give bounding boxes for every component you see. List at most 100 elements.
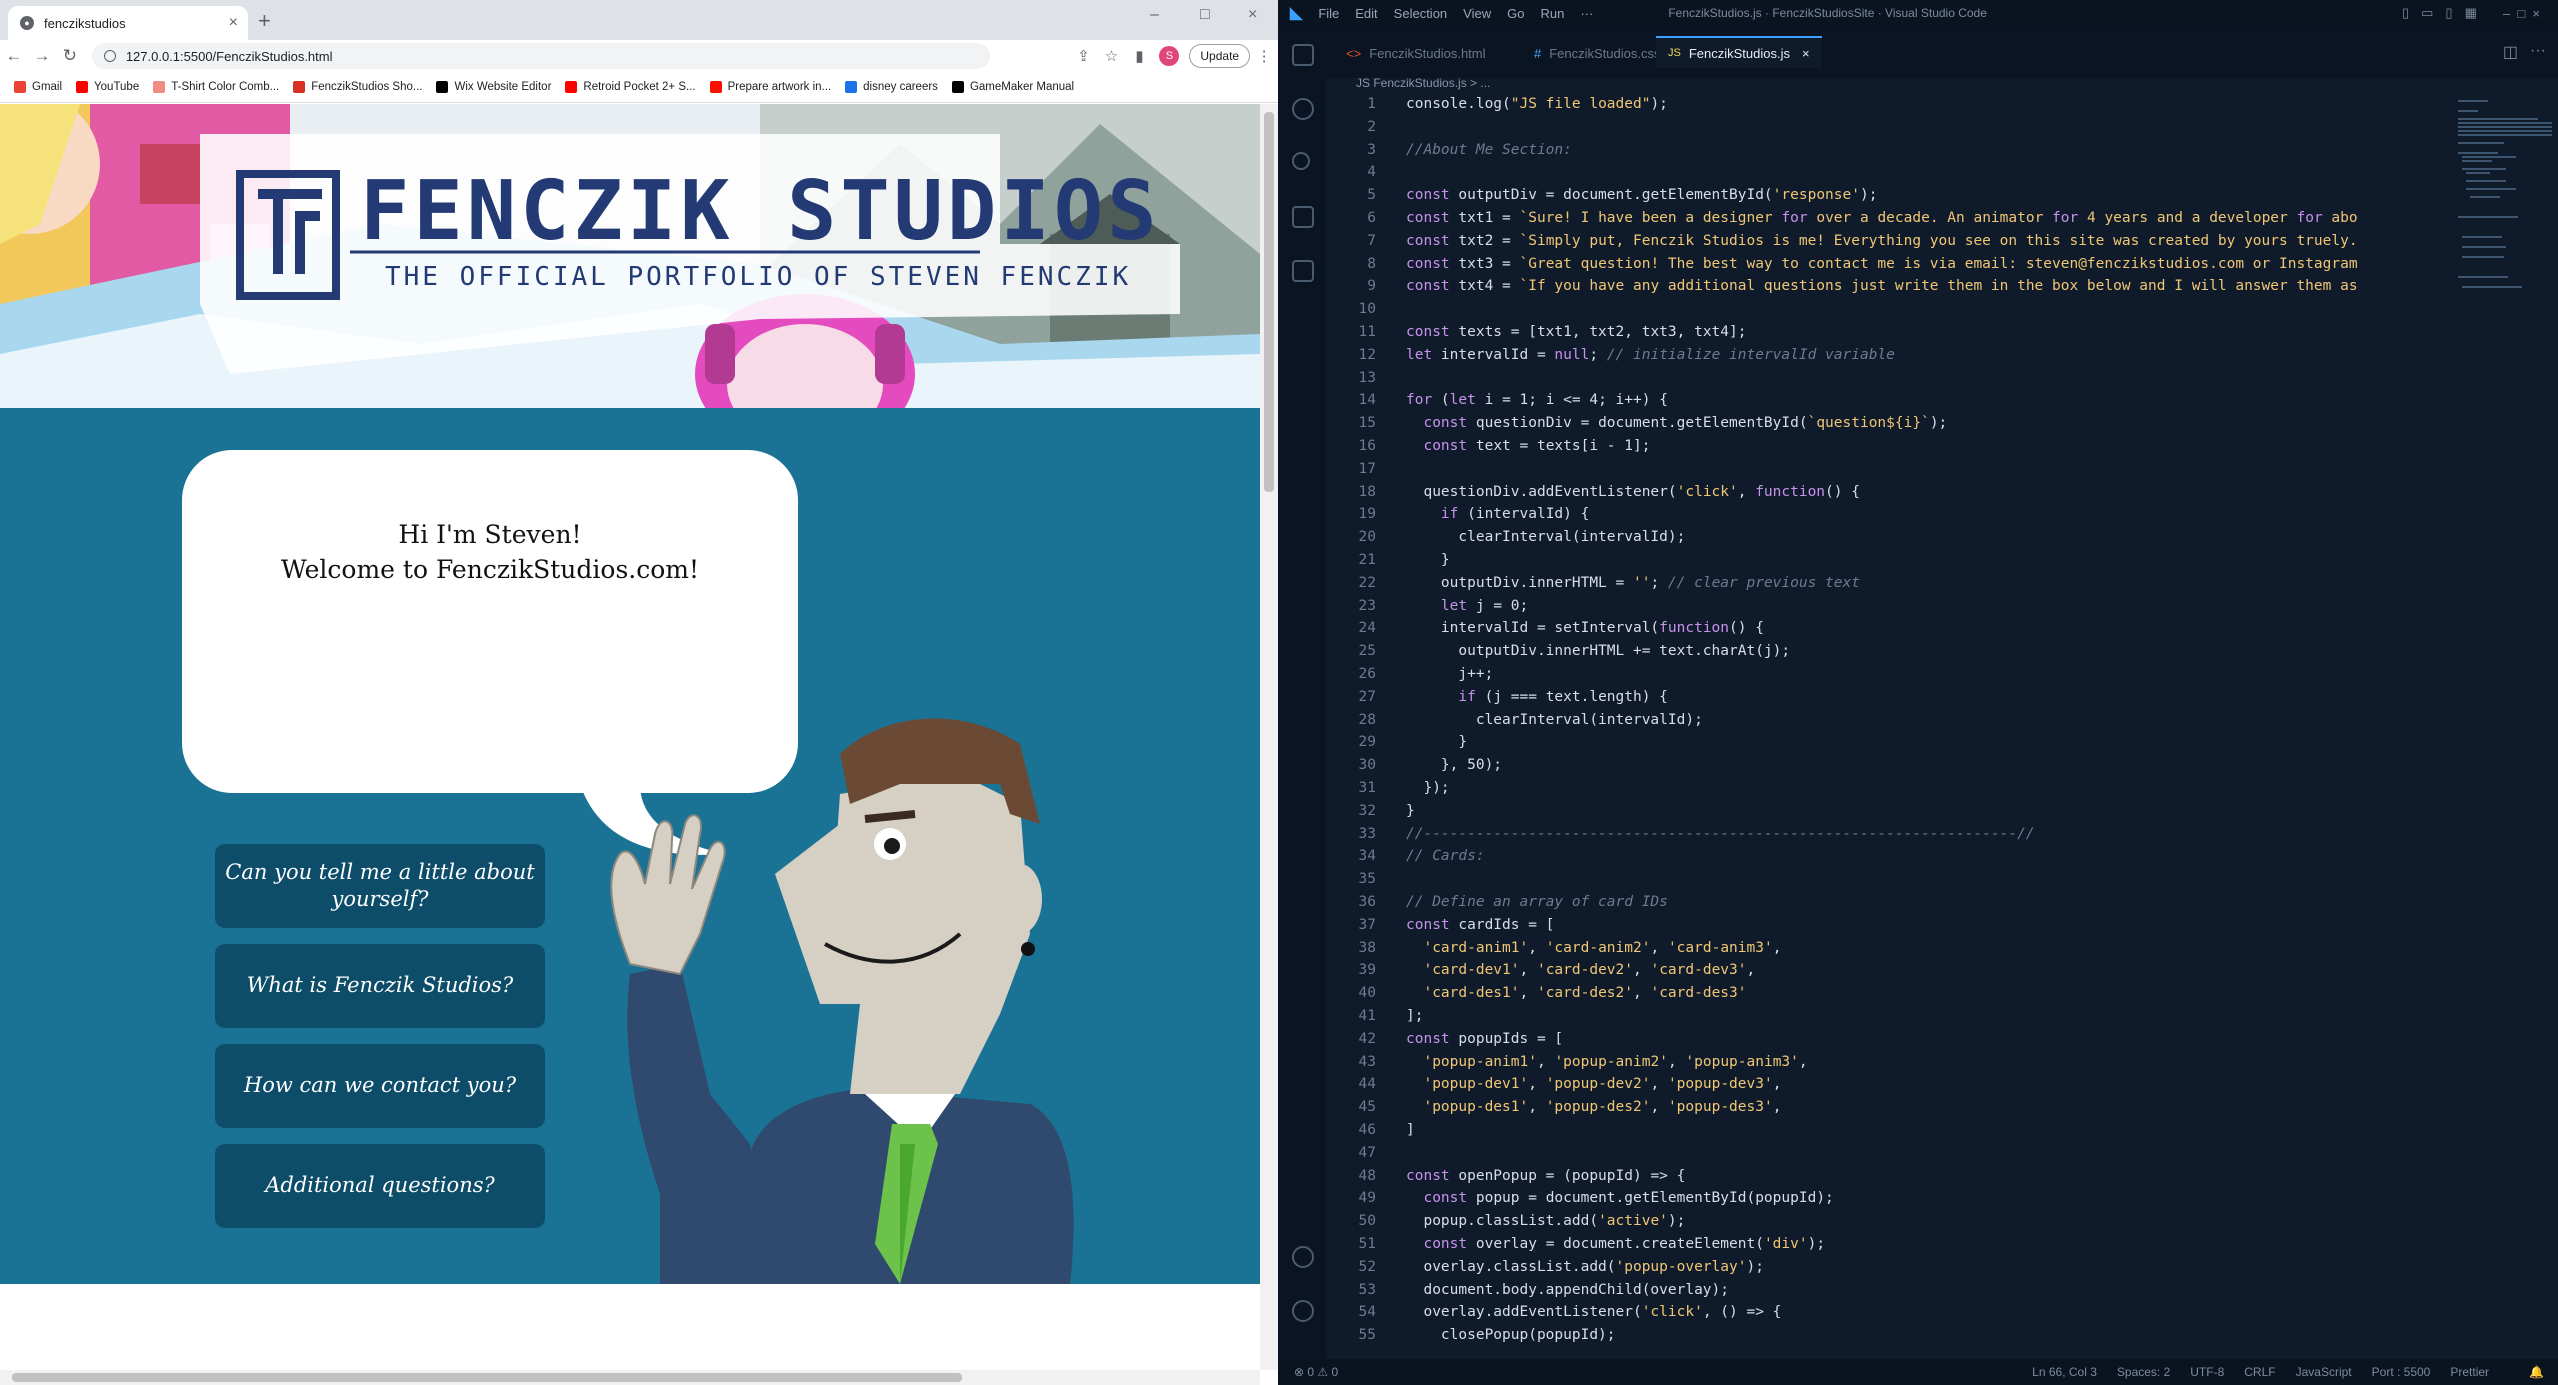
code-line[interactable]: const cardIds = [ (1406, 917, 1554, 933)
code-line[interactable]: let j = 0; (1406, 598, 1528, 614)
code-line[interactable]: // Cards: (1406, 848, 1485, 864)
browser-tab[interactable]: ● fenczikstudios × (8, 6, 248, 40)
menu-item[interactable]: Run (1540, 6, 1564, 21)
notifications-bell-icon[interactable]: 🔔 (2529, 1365, 2544, 1379)
bookmark-item[interactable]: T-Shirt Color Comb... (153, 81, 279, 93)
site-info-icon[interactable] (103, 50, 116, 62)
bookmark-item[interactable]: disney careers (845, 81, 938, 93)
close-window-icon[interactable]: × (1248, 6, 1257, 24)
bookmark-item[interactable]: FenczikStudios Sho... (293, 81, 422, 93)
code-line[interactable]: //About Me Section: (1406, 142, 1572, 158)
tab-css[interactable]: # FenczikStudios.css (1534, 40, 1661, 66)
question-4-button[interactable]: Additional questions? (215, 1144, 545, 1228)
code-line[interactable]: // Define an array of card IDs (1406, 894, 1668, 910)
search-icon[interactable] (1292, 98, 1314, 120)
code-line[interactable]: const questionDiv = document.getElementB… (1406, 415, 1947, 431)
code-line[interactable]: if (intervalId) { (1406, 506, 1589, 522)
status-item[interactable]: UTF-8 (2190, 1365, 2224, 1379)
close-tab-icon[interactable]: × (229, 14, 238, 32)
close-tab-icon[interactable]: × (1802, 46, 1810, 61)
bookmark-item[interactable]: Prepare artwork in... (709, 81, 831, 93)
code-line[interactable]: 'card-anim1', 'card-anim2', 'card-anim3'… (1406, 940, 1781, 956)
share-icon[interactable]: ⇪ (1070, 47, 1098, 65)
code-line[interactable]: let intervalId = null; // initialize int… (1406, 347, 1895, 363)
menu-item[interactable]: Selection (1394, 6, 1447, 21)
bookmark-item[interactable]: Retroid Pocket 2+ S... (565, 81, 696, 93)
explorer-icon[interactable] (1292, 44, 1314, 66)
menu-item[interactable]: Edit (1355, 6, 1377, 21)
back-icon[interactable]: ← (0, 46, 28, 66)
code-line[interactable]: }, 50); (1406, 757, 1502, 773)
address-bar[interactable]: 127.0.0.1:5500/FenczikStudios.html (91, 43, 990, 69)
code-line[interactable]: const texts = [txt1, txt2, txt3, txt4]; (1406, 324, 1746, 340)
status-item[interactable]: Ln 66, Col 3 (2032, 1365, 2097, 1379)
code-line[interactable]: 'popup-dev1', 'popup-dev2', 'popup-dev3'… (1406, 1076, 1781, 1092)
question-2-button[interactable]: What is Fenczik Studios? (215, 944, 545, 1028)
code-line[interactable]: questionDiv.addEventListener('click', fu… (1406, 484, 1860, 500)
code-line[interactable]: } (1406, 552, 1450, 568)
code-line[interactable]: const popupIds = [ (1406, 1031, 1563, 1047)
bookmark-item[interactable]: YouTube (76, 81, 139, 93)
code-line[interactable]: }); (1406, 780, 1449, 796)
code-line[interactable]: const outputDiv = document.getElementByI… (1406, 187, 1877, 203)
code-line[interactable]: 'card-des1', 'card-des2', 'card-des3' (1406, 985, 1746, 1001)
code-editor[interactable]: 1 console.log("JS file loaded"); 2 3//About… (1326, 96, 2486, 1346)
code-line[interactable]: const popup = document.getElementById(po… (1406, 1190, 1833, 1206)
side-panel-icon[interactable]: ▮ (1126, 47, 1154, 65)
code-line[interactable]: } (1406, 734, 1467, 750)
minimap[interactable] (2456, 96, 2556, 356)
code-line[interactable]: const txt4 = `If you have any additional… (1406, 278, 2358, 294)
breadcrumb[interactable]: JS FenczikStudios.js > ... (1326, 76, 1490, 94)
vertical-scrollbar[interactable] (1260, 104, 1278, 1370)
status-item[interactable]: Spaces: 2 (2117, 1365, 2170, 1379)
profile-avatar[interactable]: S (1159, 46, 1180, 66)
vertical-scroll-thumb[interactable] (1264, 112, 1274, 492)
menu-item[interactable]: View (1463, 6, 1491, 21)
bookmark-item[interactable]: Gmail (14, 81, 62, 93)
code-line[interactable]: console.log("JS file loaded"); (1406, 96, 1668, 112)
status-item[interactable]: Prettier (2450, 1365, 2489, 1379)
reload-icon[interactable]: ↻ (56, 46, 84, 66)
problems-indicator[interactable]: ⊗ 0 ⚠ 0 (1294, 1365, 1338, 1379)
status-item[interactable]: JavaScript (2296, 1365, 2352, 1379)
code-line[interactable]: //--------------------------------------… (1406, 826, 2035, 842)
code-line[interactable]: ] (1406, 1122, 1415, 1138)
account-icon[interactable] (1292, 1246, 1314, 1268)
status-item[interactable]: CRLF (2244, 1365, 2275, 1379)
code-line[interactable]: clearInterval(intervalId); (1406, 712, 1703, 728)
settings-gear-icon[interactable] (1292, 1300, 1314, 1322)
code-line[interactable]: const overlay = document.createElement('… (1406, 1236, 1825, 1252)
code-line[interactable]: closePopup(popupId); (1406, 1327, 1616, 1343)
code-line[interactable]: 'card-dev1', 'card-dev2', 'card-dev3', (1406, 962, 1755, 978)
bookmark-item[interactable]: GameMaker Manual (951, 81, 1074, 93)
window-controls-icon[interactable]: – □ × (2503, 6, 2540, 21)
status-item[interactable]: Port : 5500 (2372, 1365, 2431, 1379)
split-editor-icon[interactable]: ◫ (2503, 42, 2518, 62)
code-line[interactable]: overlay.classList.add('popup-overlay'); (1406, 1259, 1763, 1275)
more-actions-icon[interactable]: ··· (2530, 42, 2546, 60)
bookmark-star-icon[interactable]: ☆ (1098, 47, 1126, 65)
code-line[interactable]: if (j === text.length) { (1406, 689, 1668, 705)
code-line[interactable]: const openPopup = (popupId) => { (1406, 1168, 1685, 1184)
code-line[interactable]: const txt3 = `Great question! The best w… (1406, 256, 2358, 272)
layout-controls-icon[interactable]: ▯▭▯▦ (2402, 5, 2489, 21)
source-control-icon[interactable] (1292, 152, 1310, 170)
horizontal-scrollbar[interactable] (0, 1370, 1260, 1385)
new-tab-button[interactable]: + (258, 8, 271, 34)
menu-item[interactable]: Go (1507, 6, 1524, 21)
horizontal-scroll-thumb[interactable] (12, 1373, 962, 1382)
code-line[interactable]: overlay.addEventListener('click', () => … (1406, 1304, 1781, 1320)
run-debug-icon[interactable] (1292, 206, 1314, 228)
menu-kebab-icon[interactable]: ⋮ (1250, 47, 1278, 65)
code-line[interactable]: j++; (1406, 666, 1493, 682)
code-line[interactable]: outputDiv.innerHTML = ''; // clear previ… (1406, 575, 1860, 591)
code-line[interactable]: ]; (1406, 1008, 1423, 1024)
code-line[interactable]: document.body.appendChild(overlay); (1406, 1282, 1729, 1298)
extensions-icon[interactable] (1292, 260, 1314, 282)
forward-icon[interactable]: → (28, 46, 56, 66)
code-line[interactable]: const txt1 = `Sure! I have been a design… (1406, 210, 2358, 226)
code-line[interactable]: clearInterval(intervalId); (1406, 529, 1685, 545)
minimize-icon[interactable]: – (1150, 6, 1159, 24)
code-line[interactable]: popup.classList.add('active'); (1406, 1213, 1685, 1229)
code-line[interactable]: for (let i = 1; i <= 4; i++) { (1406, 392, 1668, 408)
